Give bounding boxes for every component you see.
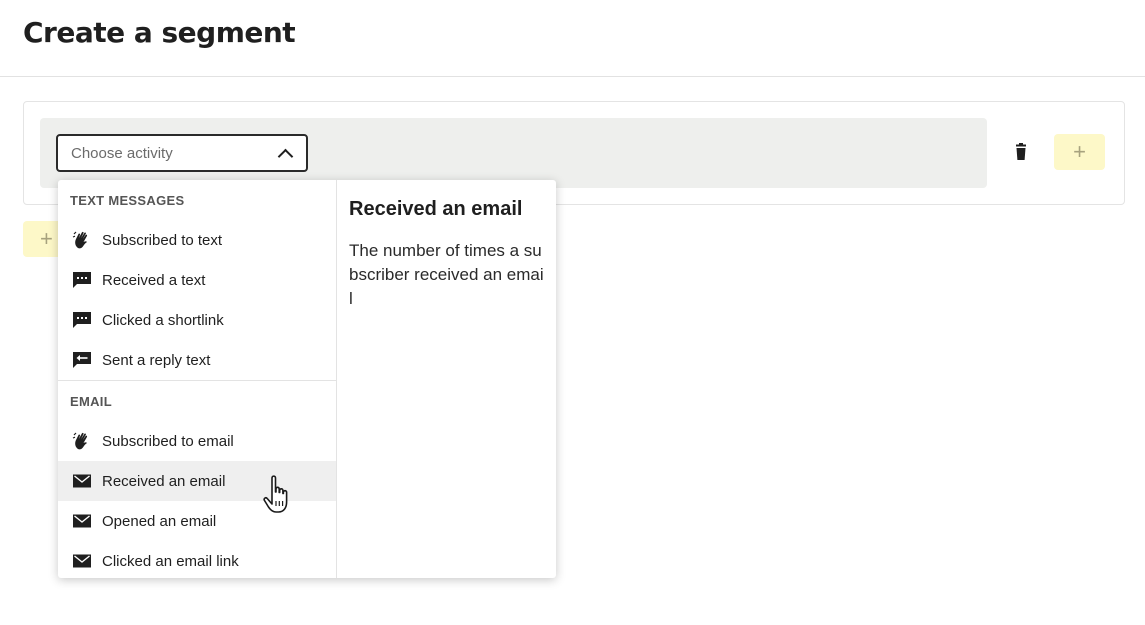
activity-received-an-email[interactable]: Received an email: [58, 461, 336, 501]
reply-bubble-icon: [73, 352, 91, 368]
section-title-text-messages: TEXT MESSAGES: [70, 192, 185, 208]
chevron-up-icon: [277, 148, 294, 164]
chat-bubble-icon: [73, 272, 91, 288]
activity-label: Sent a reply text: [102, 351, 211, 369]
header-divider: [0, 76, 1145, 77]
detail-title: Received an email: [349, 198, 523, 220]
detail-description: The number of times a subscriber receive…: [349, 241, 544, 308]
activity-sent-a-reply-text[interactable]: Sent a reply text: [58, 340, 336, 380]
activity-label: Received a text: [102, 271, 206, 289]
activity-label: Opened an email: [102, 512, 217, 530]
activity-label: Subscribed to email: [102, 432, 234, 450]
section-title-email: EMAIL: [70, 393, 112, 409]
activity-label: Subscribed to text: [102, 231, 223, 249]
envelope-icon: [73, 514, 91, 528]
page-title: Create a segment: [23, 16, 296, 49]
activity-opened-an-email[interactable]: Opened an email: [58, 501, 336, 541]
envelope-icon: [73, 554, 91, 568]
activity-select-placeholder: Choose activity: [71, 144, 173, 162]
activity-clicked-a-shortlink[interactable]: Clicked a shortlink: [58, 300, 336, 340]
activity-received-a-text[interactable]: Received a text: [58, 260, 336, 300]
activity-subscribed-to-text[interactable]: Subscribed to text: [58, 220, 336, 260]
activity-dropdown: TEXT MESSAGES Subscribed to text Receive…: [58, 180, 556, 578]
trash-icon[interactable]: [1011, 142, 1031, 162]
hand-wave-icon: [72, 432, 88, 450]
envelope-icon: [73, 474, 91, 488]
activity-label: Clicked a shortlink: [102, 311, 224, 329]
activity-label: Clicked an email link: [102, 552, 239, 570]
hand-wave-icon: [72, 231, 88, 249]
activity-clicked-an-email-link[interactable]: Clicked an email link: [58, 541, 336, 578]
activity-detail-panel: Received an email The number of times a …: [337, 180, 556, 578]
activity-select[interactable]: Choose activity: [56, 134, 308, 172]
activity-list: TEXT MESSAGES Subscribed to text Receive…: [58, 180, 337, 578]
add-condition-button[interactable]: +: [1054, 134, 1105, 170]
plus-icon: +: [40, 226, 53, 251]
activity-label: Received an email: [102, 472, 226, 490]
plus-icon: +: [1073, 139, 1086, 164]
chat-bubble-icon: [73, 312, 91, 328]
activity-subscribed-to-email[interactable]: Subscribed to email: [58, 421, 336, 461]
